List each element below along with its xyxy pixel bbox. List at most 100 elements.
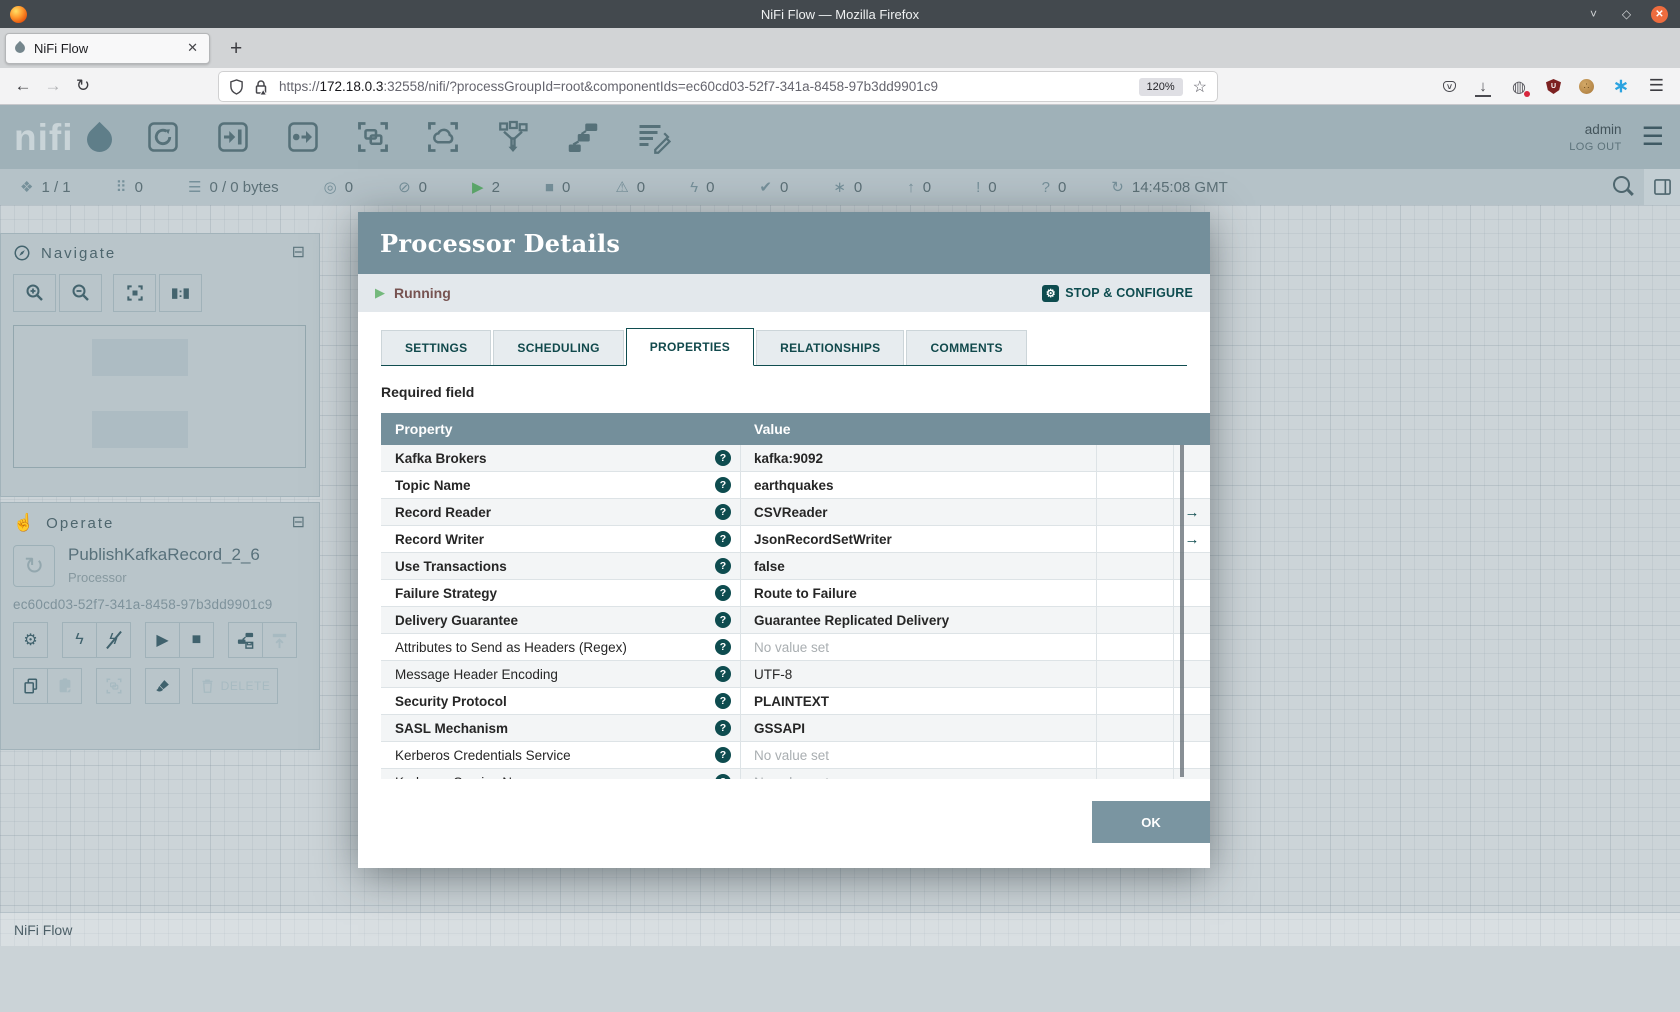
stop-button[interactable]: ■ (179, 622, 214, 658)
property-name: Failure Strategy (395, 585, 498, 601)
property-row[interactable]: Security Protocol PLAINTEXT (381, 688, 1210, 715)
table-scrollbar[interactable] (1180, 445, 1184, 777)
input-port-icon[interactable] (214, 119, 251, 156)
dialog-tab[interactable]: PROPERTIES (625, 328, 755, 366)
extension-icon[interactable]: ∗ (1612, 76, 1630, 97)
minimize-button[interactable]: ˅ (1585, 6, 1602, 23)
ok-button[interactable]: OK (1092, 801, 1210, 843)
property-row[interactable]: SASL Mechanism GSSAPI (381, 715, 1210, 742)
birdseye-minimap[interactable] (13, 325, 306, 468)
help-icon[interactable] (715, 639, 731, 655)
property-row[interactable]: Record Reader CSVReader (381, 499, 1210, 526)
help-icon[interactable] (715, 720, 731, 736)
help-icon[interactable] (715, 666, 731, 682)
help-icon[interactable] (715, 693, 731, 709)
goto-service-icon[interactable] (1185, 531, 1200, 548)
help-icon[interactable] (715, 450, 731, 466)
new-tab-button[interactable]: + (230, 38, 242, 59)
property-row[interactable]: Message Header Encoding UTF-8 (381, 661, 1210, 688)
tracking-protection-icon[interactable] (229, 78, 244, 95)
browser-tab[interactable]: NiFi Flow ✕ (5, 32, 210, 64)
lock-warning-icon[interactable] (253, 79, 269, 95)
processor-icon[interactable] (144, 119, 181, 156)
locally-modified-icon: ∗ (833, 178, 846, 196)
tab-close-icon[interactable]: ✕ (185, 40, 200, 56)
property-row[interactable]: Kafka Brokers kafka:9092 (381, 445, 1210, 472)
maximize-button[interactable]: ◇ (1618, 6, 1635, 23)
zoom-out-button[interactable] (59, 274, 102, 312)
dialog-status-bar: Running STOP & CONFIGURE (358, 274, 1210, 312)
help-icon[interactable] (715, 558, 731, 574)
stale-icon: ↑ (907, 178, 915, 196)
property-row[interactable]: Failure Strategy Route to Failure (381, 580, 1210, 607)
enable-button[interactable]: ϟ (62, 622, 97, 658)
bookmark-star-icon[interactable]: ☆ (1193, 77, 1207, 97)
stop-and-configure-button[interactable]: STOP & CONFIGURE (1042, 284, 1193, 302)
zoom-fit-button[interactable] (113, 274, 156, 312)
containers-icon[interactable]: ◍ (1510, 78, 1530, 97)
forward-button[interactable]: → (38, 76, 68, 96)
sync-failure-icon: ? (1041, 178, 1050, 196)
navigate-panel: Navigate ⊟ ▮:▮ (0, 233, 320, 497)
upload-template-icon (262, 622, 297, 658)
label-icon[interactable] (634, 119, 671, 156)
global-menu-icon[interactable]: ☰ (1642, 122, 1664, 152)
zoom-in-button[interactable] (13, 274, 56, 312)
help-icon[interactable] (715, 531, 731, 547)
create-template-icon[interactable] (228, 622, 263, 658)
help-icon[interactable] (715, 504, 731, 520)
start-button[interactable]: ▶ (145, 622, 180, 658)
help-icon[interactable] (715, 477, 731, 493)
property-row[interactable]: Kerberos Service Name No value set (381, 769, 1210, 779)
zoom-level-badge[interactable]: 120% (1138, 77, 1183, 96)
close-button[interactable]: ✕ (1651, 5, 1668, 23)
pocket-icon[interactable]: ˅ (1443, 81, 1456, 92)
goto-service-icon[interactable] (1185, 504, 1200, 521)
remote-process-group-icon[interactable] (424, 119, 461, 156)
property-row[interactable]: Topic Name earthquakes (381, 472, 1210, 499)
process-group-icon[interactable] (354, 119, 391, 156)
collapse-icon[interactable]: ⊟ (292, 515, 307, 531)
zoom-actual-size-button[interactable]: ▮:▮ (159, 274, 202, 312)
dialog-tab[interactable]: SCHEDULING (493, 330, 624, 365)
output-port-icon[interactable] (284, 119, 321, 156)
help-icon[interactable] (715, 585, 731, 601)
change-color-button[interactable] (145, 668, 180, 704)
template-icon[interactable] (564, 119, 601, 156)
funnel-icon[interactable] (494, 119, 531, 156)
cookie-icon[interactable]: ∴ (1579, 79, 1594, 94)
property-row[interactable]: Delivery Guarantee Guarantee Replicated … (381, 607, 1210, 634)
panel-toggle-icon[interactable] (1644, 169, 1680, 205)
disable-button[interactable]: ϟ (96, 622, 131, 658)
search-icon[interactable] (1599, 176, 1644, 198)
reload-button[interactable]: ↻ (68, 76, 98, 96)
dialog-tab[interactable]: SETTINGS (381, 330, 492, 365)
navigate-title: Navigate (41, 244, 117, 262)
collapse-icon[interactable]: ⊟ (292, 245, 307, 261)
property-row[interactable]: Kerberos Credentials Service No value se… (381, 742, 1210, 769)
status-count: 0 (134, 178, 143, 196)
property-row[interactable]: Use Transactions false (381, 553, 1210, 580)
help-icon[interactable] (715, 612, 731, 628)
dialog-tab[interactable]: COMMENTS (906, 330, 1027, 365)
component-toolbar (144, 119, 671, 156)
help-icon[interactable] (715, 774, 731, 779)
url-input[interactable]: https://172.18.0.3:32558/nifi/?processGr… (219, 72, 1217, 101)
configure-button[interactable]: ⚙ (13, 622, 48, 658)
downloads-icon[interactable]: ↓ (1474, 78, 1492, 97)
property-value: CSVReader (740, 499, 1096, 525)
ublock-icon[interactable]: U (1546, 79, 1561, 94)
actions-cell (1173, 769, 1210, 779)
property-row[interactable]: Attributes to Send as Headers (Regex) No… (381, 634, 1210, 661)
selected-component-type: Processor (68, 570, 127, 585)
property-row[interactable]: Record Writer JsonRecordSetWriter (381, 526, 1210, 553)
breadcrumb[interactable]: NiFi Flow (0, 912, 1680, 946)
copy-button[interactable] (13, 668, 48, 704)
logout-link[interactable]: LOG OUT (1569, 141, 1621, 153)
help-icon[interactable] (715, 747, 731, 763)
nifi-favicon (12, 40, 28, 56)
menu-hamburger-icon[interactable]: ☰ (1649, 76, 1664, 96)
dialog-tab[interactable]: RELATIONSHIPS (756, 330, 905, 365)
refresh-icon[interactable]: ↻ (1111, 180, 1124, 195)
back-button[interactable]: ← (8, 76, 38, 96)
